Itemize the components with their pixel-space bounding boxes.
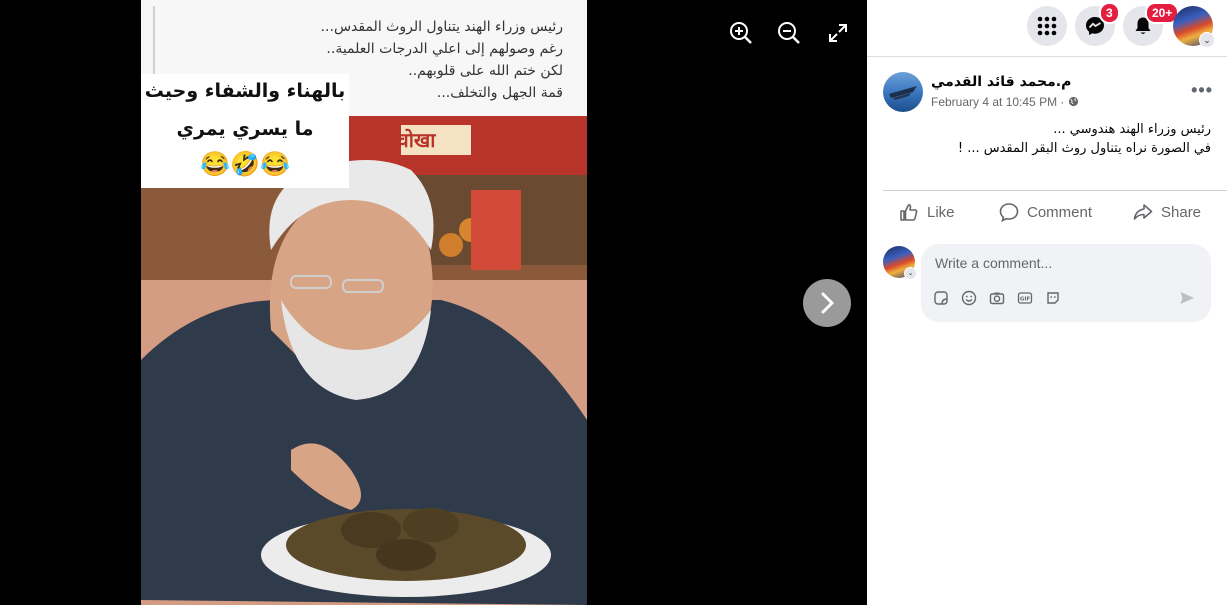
fullscreen-icon[interactable] (825, 20, 851, 46)
share-icon (1133, 204, 1153, 220)
shop-sign-text: चोखा (396, 128, 436, 152)
menu-grid-icon (1037, 16, 1057, 36)
comment-button[interactable]: Comment (999, 196, 1092, 228)
post-header: م.محمد قائد القدمي February 4 at 10:45 P… (883, 72, 1213, 116)
author-avatar[interactable] (883, 72, 923, 112)
overlay-line-1: بالهناء والشفاء وحيث (144, 80, 346, 102)
post-text-line: رئيس وزراء الهند هندوسي ... (1053, 122, 1211, 137)
comment-tools: GIF (933, 290, 1061, 306)
gif-icon[interactable]: GIF (1017, 290, 1033, 306)
camera-icon[interactable] (989, 290, 1005, 306)
notifications-button[interactable]: 20+ (1123, 2, 1180, 46)
account-avatar[interactable]: ⌄ (1173, 6, 1215, 48)
comment-input[interactable] (933, 254, 1197, 272)
globe-icon (1068, 96, 1078, 107)
svg-text:GIF: GIF (1020, 297, 1031, 303)
caption-line: رئيس وزراء الهند يتناول الروث المقدس... (320, 19, 563, 35)
next-photo-button[interactable] (803, 279, 851, 327)
comment-composer: ⌄ GIF (883, 244, 1211, 324)
messenger-badge: 3 (1099, 2, 1120, 24)
menu-grid-button[interactable] (1027, 6, 1067, 46)
more-options-button[interactable]: ••• (1191, 80, 1213, 101)
caption-line: رغم وصولهم إلى اعلي الدرجات العلمية.. (326, 41, 563, 57)
like-icon (900, 204, 918, 221)
messenger-button[interactable]: 3 (1075, 2, 1120, 46)
zoom-in-icon[interactable] (728, 20, 754, 46)
post-text-line: في الصورة نراه يتناول روث البقر المقدس .… (957, 141, 1211, 156)
overlay-emoji: 😂🤣😂 (200, 151, 290, 178)
avatar-sticker-icon[interactable] (1045, 290, 1061, 306)
comment-label: Comment (1027, 203, 1093, 221)
like-label: Like (927, 203, 955, 221)
share-button[interactable]: Share (1133, 196, 1201, 228)
like-button[interactable]: Like (899, 196, 955, 228)
send-icon[interactable] (1179, 290, 1195, 306)
post-panel: 3 20+ ⌄ م.محمد قائد القدمي February 4 at… (867, 0, 1227, 605)
sticker-icon[interactable] (933, 290, 949, 306)
author-name[interactable]: م.محمد قائد القدمي (931, 74, 1071, 90)
overlay-line-2: ما يسري يمري (176, 118, 314, 140)
zoom-out-icon[interactable] (776, 20, 802, 46)
top-bar: 3 20+ ⌄ (867, 0, 1227, 57)
chevron-down-icon: ⌄ (904, 267, 917, 280)
comment-icon (999, 203, 1019, 222)
photo-viewer: رئيس وزراء الهند يتناول الروث المقدس... … (0, 0, 867, 605)
commenter-avatar[interactable]: ⌄ (883, 246, 917, 280)
divider (883, 190, 1227, 191)
comment-box[interactable]: GIF (921, 244, 1211, 322)
next-arrow-icon (821, 292, 834, 314)
post-meta: February 4 at 10:45 PM · (931, 95, 1079, 109)
image-overlay-caption: بالهناء والشفاء وحيث ما يسري يمري 😂🤣😂 (141, 74, 349, 188)
post-actions: Like Comment Share (883, 196, 1211, 228)
post-photo[interactable]: رئيس وزراء الهند يتناول الروث المقدس... … (141, 0, 587, 605)
chevron-down-icon: ⌄ (1199, 32, 1215, 48)
post-text: رئيس وزراء الهند هندوسي ... في الصورة نر… (883, 120, 1211, 158)
emoji-icon[interactable] (961, 290, 977, 306)
post-timestamp[interactable]: February 4 at 10:45 PM (931, 95, 1057, 109)
share-label: Share (1161, 203, 1202, 221)
